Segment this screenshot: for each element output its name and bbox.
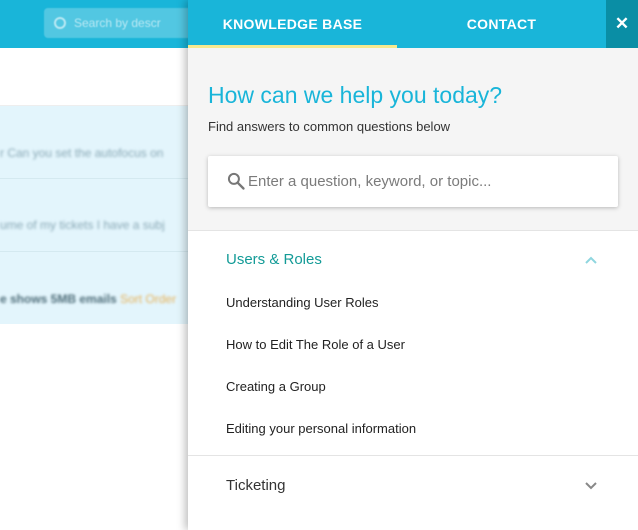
article-link[interactable]: Understanding User Roles: [226, 295, 378, 310]
section-users-roles: Users & Roles Understanding User Roles H…: [188, 232, 638, 456]
section-divider: [188, 455, 638, 456]
help-tabs: KNOWLEDGE BASE CONTACT ✕: [188, 0, 638, 48]
help-search-box: [208, 156, 618, 207]
row-divider: [0, 178, 200, 179]
article-link[interactable]: How to Edit The Role of a User: [226, 337, 405, 352]
section-header-ticketing[interactable]: Ticketing: [188, 458, 638, 514]
app-search-field[interactable]: Search by descr: [44, 8, 204, 38]
page-subtitle: Find answers to common questions below: [208, 119, 451, 134]
app-ticket-row[interactable]: e shows 5MB emails Sort Order: [0, 292, 176, 306]
help-panel: KNOWLEDGE BASE CONTACT ✕ How can we help…: [188, 0, 638, 530]
app-ticket-row[interactable]: r Can you set the autofocus on: [0, 146, 163, 160]
close-icon: ✕: [614, 14, 630, 33]
section-ticketing: Ticketing: [188, 458, 638, 514]
search-input[interactable]: [248, 156, 608, 207]
close-button[interactable]: ✕: [606, 0, 638, 48]
tab-contact[interactable]: CONTACT: [397, 0, 606, 48]
help-header: How can we help you today? Find answers …: [188, 48, 638, 231]
section-title: Ticketing: [226, 477, 286, 494]
search-icon: [227, 172, 245, 190]
search-icon: [54, 17, 66, 29]
tab-knowledge-base[interactable]: KNOWLEDGE BASE: [188, 0, 397, 48]
app-search-placeholder: Search by descr: [74, 16, 161, 30]
section-title: Users & Roles: [226, 251, 322, 268]
article-link[interactable]: Editing your personal information: [226, 421, 416, 436]
page-title: How can we help you today?: [208, 82, 503, 108]
app-ticket-row[interactable]: ume of my tickets I have a subj: [0, 218, 165, 232]
article-link[interactable]: Creating a Group: [226, 379, 326, 394]
chevron-up-icon: [585, 256, 597, 264]
chevron-down-icon: [585, 482, 597, 490]
row-divider: [0, 251, 200, 252]
section-header-users-roles[interactable]: Users & Roles: [188, 232, 638, 288]
